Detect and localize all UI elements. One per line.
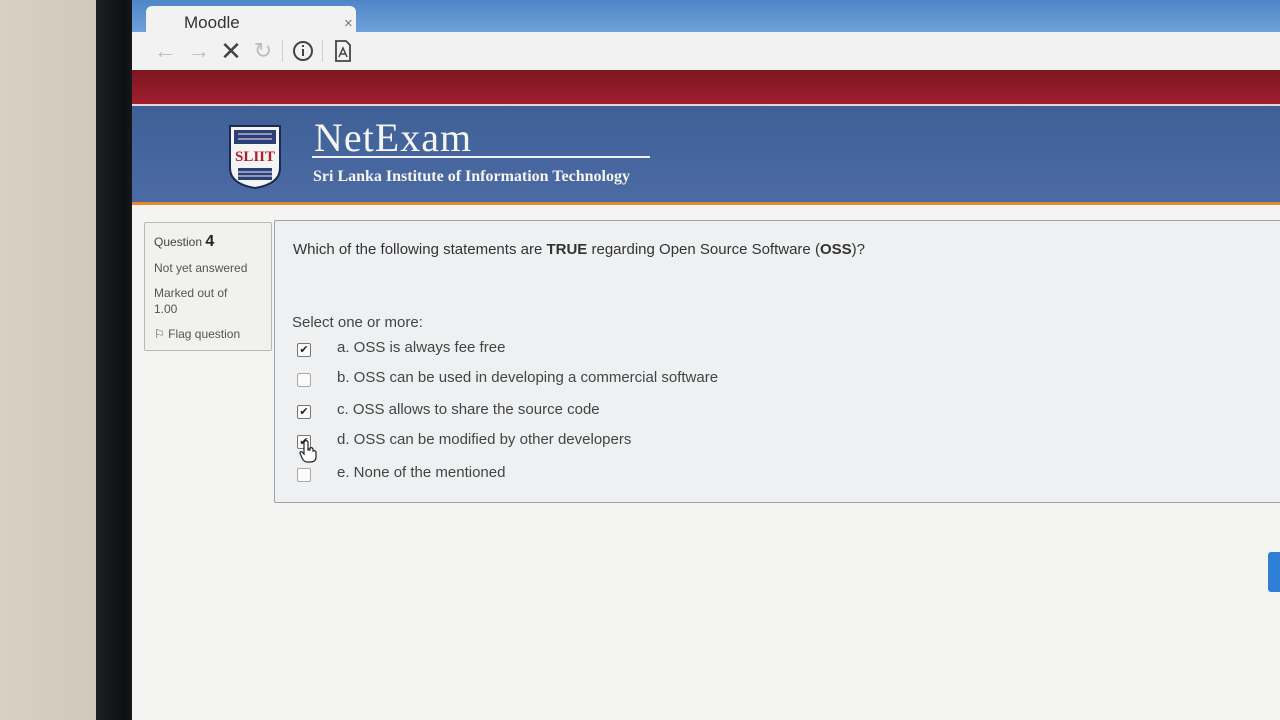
checkbox-option-a[interactable]: ✔ <box>297 343 311 357</box>
flag-label: Flag question <box>168 327 241 341</box>
option-d[interactable]: ✔ d. OSS can be modified by other develo… <box>297 429 817 453</box>
site-header: SLIIT NetExam Sri Lanka Institute of Inf… <box>132 106 1280 205</box>
brand-title: NetExam <box>314 115 473 160</box>
question-number: 4 <box>205 233 215 250</box>
checkbox-option-b[interactable] <box>297 373 311 387</box>
side-navigation-button[interactable] <box>1268 552 1280 592</box>
question-content-panel: Which of the following statements are TR… <box>274 220 1280 503</box>
logo-text: SLIIT <box>235 149 275 165</box>
reader-mode-icon[interactable] <box>330 38 356 64</box>
option-label: b. OSS can be used in developing a comme… <box>337 369 719 386</box>
checkbox-option-c[interactable]: ✔ <box>297 405 311 419</box>
option-a[interactable]: ✔ a. OSS is always fee free <box>297 337 817 361</box>
back-arrow-icon[interactable]: ← <box>152 38 178 64</box>
forward-arrow-icon[interactable]: → <box>186 38 212 64</box>
marks-info: Marked out of 1.00 <box>154 286 228 316</box>
option-label: a. OSS is always fee free <box>337 339 506 356</box>
option-label: e. None of the mentioned <box>337 464 506 481</box>
option-label: d. OSS can be modified by other develope… <box>337 431 632 448</box>
tab-strip: Moodle × <box>132 0 1280 32</box>
flag-icon: ⚐ <box>154 327 165 341</box>
toolbar-separator <box>282 40 283 62</box>
select-prompt: Select one or more: <box>292 314 423 331</box>
flag-question-link[interactable]: ⚐ Flag question <box>154 327 240 341</box>
institute-name: Sri Lanka Institute of Information Techn… <box>313 168 630 185</box>
hand-cursor-icon <box>299 440 317 463</box>
stop-icon[interactable]: ✕ <box>218 36 244 66</box>
tab-title: Moodle <box>184 13 240 32</box>
browser-toolbar: ← → ✕ ↻ <box>132 32 1280 71</box>
browser-window: Moodle × ← → ✕ ↻ SLIIT NetExam Sri Lanka… <box>132 0 1280 720</box>
reload-icon[interactable]: ↻ <box>250 38 276 64</box>
close-icon[interactable]: × <box>344 15 353 32</box>
top-banner-red <box>132 70 1280 106</box>
question-text: Which of the following statements are TR… <box>293 241 865 258</box>
answer-state: Not yet answered <box>154 261 248 275</box>
question-info-panel: Question 4 Not yet answered Marked out o… <box>144 222 272 351</box>
brand-underline <box>312 156 650 158</box>
info-icon[interactable] <box>290 38 316 64</box>
option-e[interactable]: e. None of the mentioned <box>297 462 817 486</box>
checkbox-option-e[interactable] <box>297 468 311 482</box>
toolbar-separator <box>322 40 323 62</box>
option-b[interactable]: b. OSS can be used in developing a comme… <box>297 367 817 391</box>
option-label: c. OSS allows to share the source code <box>337 401 600 418</box>
sliit-logo: SLIIT <box>229 125 281 190</box>
question-number-label: Question 4 <box>154 233 215 250</box>
tab-moodle[interactable]: Moodle × <box>146 6 356 32</box>
option-c[interactable]: ✔ c. OSS allows to share the source code <box>297 399 817 423</box>
